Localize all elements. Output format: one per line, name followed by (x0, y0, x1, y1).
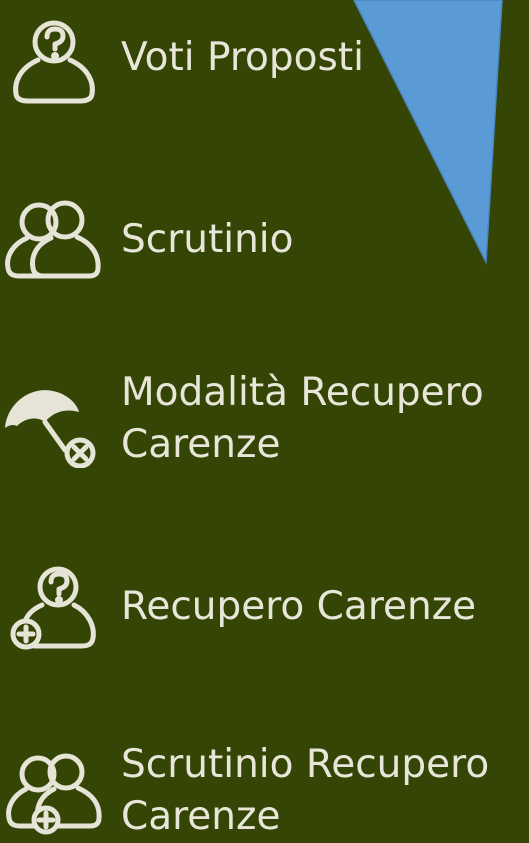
overlay-arrow-shape (353, 0, 503, 265)
